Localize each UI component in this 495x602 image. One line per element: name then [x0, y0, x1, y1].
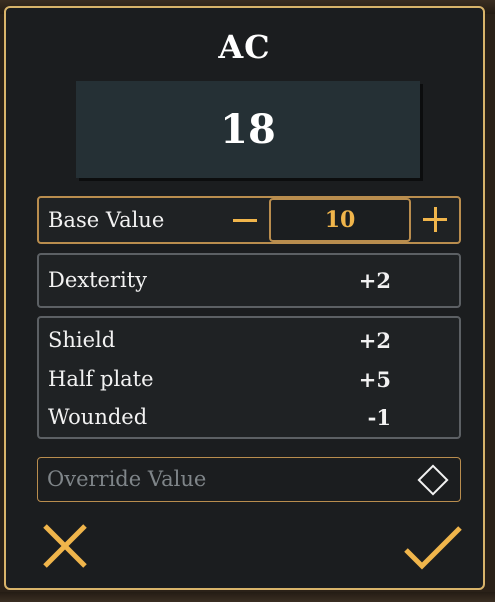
increment-button[interactable] — [415, 202, 455, 238]
confirm-button[interactable] — [402, 520, 464, 572]
check-icon — [404, 526, 462, 570]
minus-icon — [233, 218, 257, 222]
cancel-button[interactable] — [39, 520, 91, 572]
dexterity-label: Dexterity — [48, 268, 148, 292]
base-value-row: Base Value 10 — [37, 196, 461, 244]
total-value-box: 18 — [76, 81, 420, 178]
ac-dialog: AC 18 Base Value 10 Dexterity +2 Shield … — [4, 6, 485, 590]
override-checkbox-diamond-icon[interactable] — [417, 464, 449, 496]
close-icon — [43, 524, 87, 568]
modifier-label-wounded: Wounded — [48, 405, 148, 429]
modifier-label-shield: Shield — [48, 328, 116, 352]
dialog-title: AC — [218, 28, 271, 66]
background-bottom — [0, 592, 495, 602]
modifiers-list: Shield +2 Half plate +5 Wounded -1 — [37, 316, 461, 439]
override-value-label: Override Value — [47, 467, 207, 491]
modifier-value-half-plate: +5 — [358, 367, 391, 392]
modifier-value-shield: +2 — [358, 328, 391, 353]
total-value: 18 — [220, 106, 276, 153]
dexterity-row: Dexterity +2 — [37, 253, 461, 308]
decrement-button[interactable] — [225, 202, 265, 238]
modifier-label-half-plate: Half plate — [48, 367, 154, 391]
modifier-value-wounded: -1 — [367, 405, 391, 430]
base-value-input[interactable]: 10 — [269, 198, 411, 242]
base-value-label: Base Value — [48, 208, 165, 232]
override-value-row[interactable]: Override Value — [37, 457, 461, 502]
dexterity-value: +2 — [358, 268, 391, 293]
